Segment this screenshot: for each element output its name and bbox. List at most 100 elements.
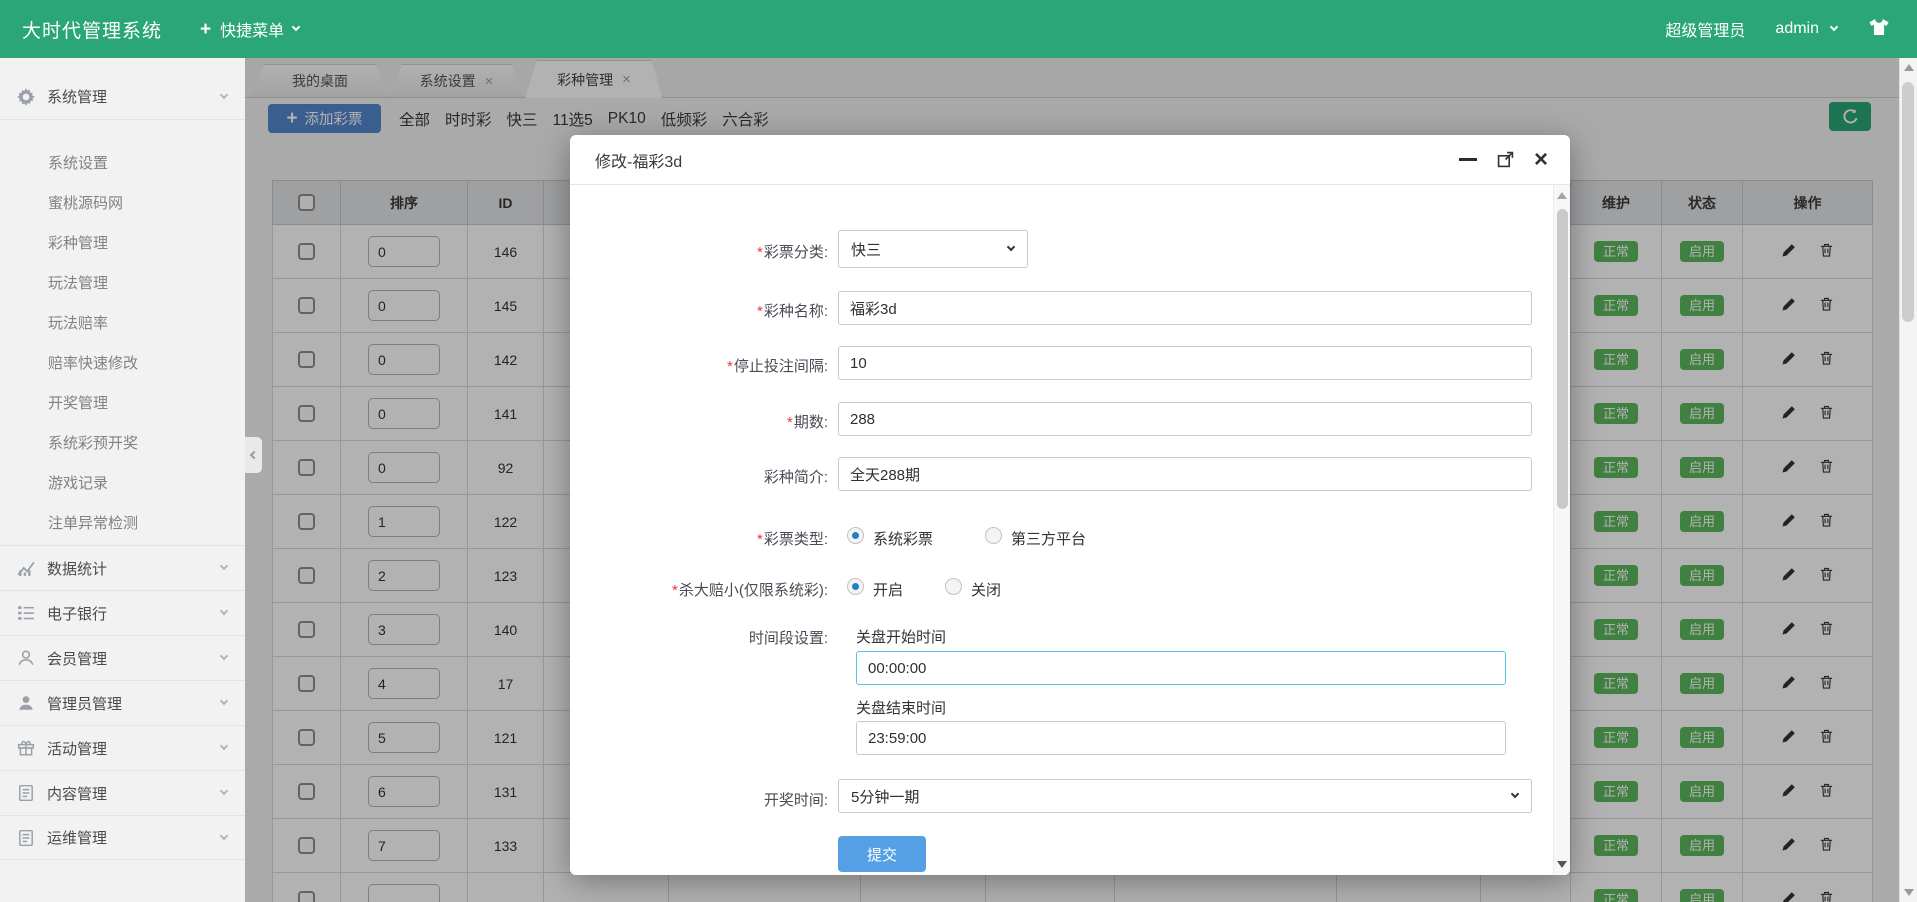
sidebar-item-lottery-manage[interactable]: 彩种管理 xyxy=(0,222,245,262)
close-end-input[interactable] xyxy=(856,721,1506,755)
category-select[interactable]: 快三 xyxy=(838,230,1028,268)
chevron-down-icon xyxy=(220,607,228,615)
kill-radio-off[interactable] xyxy=(945,578,962,595)
scroll-down-arrow[interactable] xyxy=(1904,889,1914,896)
modal-header: 修改-福彩3d × xyxy=(570,135,1570,185)
chevron-down-icon xyxy=(220,90,228,98)
type-option-system[interactable]: 系统彩票 xyxy=(873,528,933,549)
sidebar-item-source[interactable]: 蜜桃源码网 xyxy=(0,182,245,222)
quick-menu-button[interactable]: + 快捷菜单 xyxy=(200,17,299,41)
required-mark: * xyxy=(727,358,733,375)
sidebar-group-ops[interactable]: 运维管理 xyxy=(0,815,245,860)
sidebar-item-play-odds[interactable]: 玩法赔率 xyxy=(0,302,245,342)
page-scrollbar[interactable] xyxy=(1899,58,1917,902)
sidebar-group-bank[interactable]: 电子银行 xyxy=(0,590,245,635)
sidebar-submenu: 系统设置 蜜桃源码网 彩种管理 玩法管理 玩法赔率 赔率快速修改 开奖管理 系统… xyxy=(0,119,245,545)
close-icon[interactable]: × xyxy=(1534,148,1548,172)
sidebar-group-label: 系统管理 xyxy=(47,86,107,107)
kill-radio-on[interactable] xyxy=(847,578,864,595)
sidebar-group-label: 内容管理 xyxy=(47,783,107,804)
sidebar-group-stats[interactable]: 数据统计 xyxy=(0,545,245,590)
sidebar-group-label: 数据统计 xyxy=(47,558,107,579)
draw-time-select[interactable]: 5分钟一期 xyxy=(838,779,1532,813)
chart-icon xyxy=(16,558,36,578)
type-label: *彩票类型: xyxy=(570,528,828,549)
bank-list-icon xyxy=(16,603,36,623)
scroll-up-arrow[interactable] xyxy=(1557,192,1567,199)
required-mark: * xyxy=(757,244,763,261)
chevron-down-icon xyxy=(220,742,228,750)
sidebar-group-activities[interactable]: 活动管理 xyxy=(0,725,245,770)
close-start-input[interactable] xyxy=(856,651,1506,685)
required-mark: * xyxy=(757,531,763,548)
sidebar-item-play-manage[interactable]: 玩法管理 xyxy=(0,262,245,302)
sidebar-group-system[interactable]: 系统管理 xyxy=(0,74,245,119)
app-title: 大时代管理系统 xyxy=(22,16,162,43)
sidebar-item-predraw[interactable]: 系统彩预开奖 xyxy=(0,422,245,462)
draw-time-value: 5分钟一期 xyxy=(851,786,919,807)
member-icon xyxy=(16,648,36,668)
chevron-down-icon xyxy=(220,697,228,705)
periods-input[interactable] xyxy=(838,402,1532,436)
kill-option-on[interactable]: 开启 xyxy=(873,579,903,600)
ops-icon xyxy=(16,828,36,848)
sidebar-group-admins[interactable]: 管理员管理 xyxy=(0,680,245,725)
edit-lottery-modal: 修改-福彩3d × *彩票分类: 快三 *彩种名称: *停止投注间隔: *期数: xyxy=(570,135,1570,875)
top-header: 大时代管理系统 + 快捷菜单 超级管理员 admin xyxy=(0,0,1917,58)
chevron-down-icon xyxy=(1007,243,1015,251)
scroll-down-arrow[interactable] xyxy=(1557,861,1567,868)
sidebar-item-system-settings[interactable]: 系统设置 xyxy=(0,142,245,182)
chevron-down-icon xyxy=(220,831,228,839)
scroll-thumb[interactable] xyxy=(1557,209,1568,509)
scroll-up-arrow[interactable] xyxy=(1904,64,1914,71)
sidebar-group-members[interactable]: 会员管理 xyxy=(0,635,245,680)
name-input[interactable] xyxy=(838,291,1532,325)
scroll-thumb[interactable] xyxy=(1902,82,1914,322)
sidebar-item-game-records[interactable]: 游戏记录 xyxy=(0,462,245,502)
chevron-left-icon xyxy=(249,451,257,459)
kill-option-off[interactable]: 关闭 xyxy=(971,579,1001,600)
type-radio-thirdparty[interactable] xyxy=(985,527,1002,544)
required-mark: * xyxy=(757,303,763,320)
gear-icon xyxy=(16,87,36,107)
sidebar-item-draw-manage[interactable]: 开奖管理 xyxy=(0,382,245,422)
sidebar-collapse-handle[interactable] xyxy=(245,437,262,473)
sidebar-group-label: 运维管理 xyxy=(47,827,107,848)
interval-input[interactable] xyxy=(838,346,1532,380)
theme-shirt-icon[interactable] xyxy=(1867,16,1891,43)
sidebar-group-label: 管理员管理 xyxy=(47,693,122,714)
gift-icon xyxy=(16,738,36,758)
intro-input[interactable] xyxy=(838,457,1532,491)
type-radio-system[interactable] xyxy=(847,527,864,544)
chevron-down-icon xyxy=(1830,23,1838,31)
kill-label: *杀大赔小(仅限系统彩): xyxy=(570,579,828,600)
modal-title: 修改-福彩3d xyxy=(595,148,682,172)
sidebar-item-odds-quick[interactable]: 赔率快速修改 xyxy=(0,342,245,382)
user-menu[interactable]: admin xyxy=(1775,20,1819,38)
chevron-down-icon xyxy=(292,23,300,31)
quick-menu-label: 快捷菜单 xyxy=(220,17,284,41)
periods-label: *期数: xyxy=(570,411,828,432)
modal-scrollbar[interactable] xyxy=(1553,185,1570,875)
close-start-label: 关盘开始时间 xyxy=(856,626,946,647)
close-end-label: 关盘结束时间 xyxy=(856,697,946,718)
sidebar-group-label: 电子银行 xyxy=(47,603,107,624)
required-mark: * xyxy=(787,414,793,431)
category-value: 快三 xyxy=(851,239,881,260)
sidebar-group-label: 会员管理 xyxy=(47,648,107,669)
minimize-icon[interactable] xyxy=(1459,158,1477,161)
submit-button[interactable]: 提交 xyxy=(838,836,926,872)
plus-icon: + xyxy=(200,20,211,39)
sidebar-item-bet-anomaly[interactable]: 注单异常检测 xyxy=(0,502,245,542)
sidebar: 系统管理 系统设置 蜜桃源码网 彩种管理 玩法管理 玩法赔率 赔率快速修改 开奖… xyxy=(0,58,245,902)
chevron-down-icon xyxy=(1511,790,1519,798)
required-mark: * xyxy=(672,582,678,599)
sidebar-group-content[interactable]: 内容管理 xyxy=(0,770,245,815)
name-label: *彩种名称: xyxy=(570,300,828,321)
chevron-down-icon xyxy=(220,562,228,570)
draw-time-label: 开奖时间: xyxy=(570,789,828,810)
intro-label: 彩种简介: xyxy=(570,466,828,487)
maximize-icon[interactable] xyxy=(1497,151,1514,168)
modal-body: *彩票分类: 快三 *彩种名称: *停止投注间隔: *期数: 彩种简介: *彩票… xyxy=(570,185,1570,875)
type-option-thirdparty[interactable]: 第三方平台 xyxy=(1011,528,1086,549)
